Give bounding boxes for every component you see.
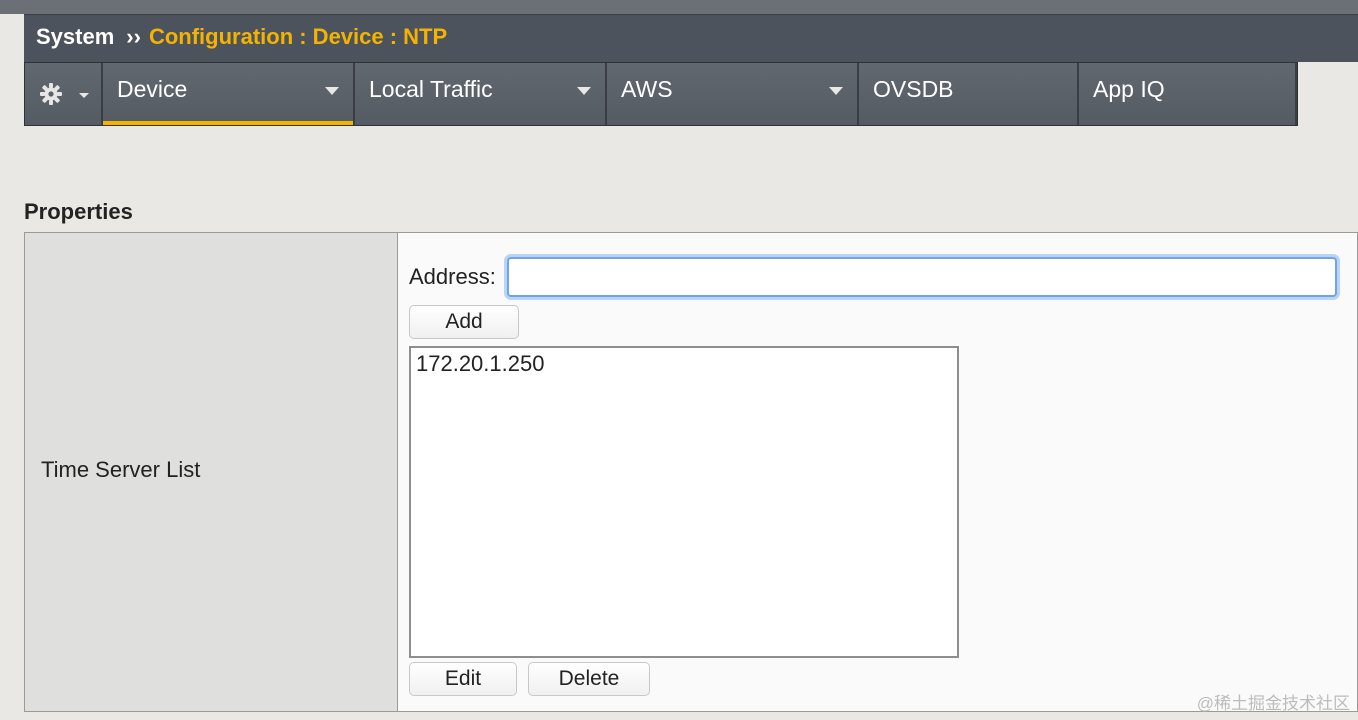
time-server-listbox[interactable]: 172.20.1.250 bbox=[409, 346, 959, 658]
address-label: Address: bbox=[409, 264, 496, 289]
time-server-label-cell: Time Server List bbox=[25, 233, 398, 711]
breadcrumb-separator: ›› bbox=[126, 24, 141, 49]
tab-device[interactable]: Device bbox=[103, 63, 355, 125]
chevron-down-icon bbox=[79, 93, 89, 98]
add-button[interactable]: Add bbox=[409, 305, 519, 339]
tab-local-traffic[interactable]: Local Traffic bbox=[355, 63, 607, 125]
watermark: @稀土掘金技术社区 bbox=[1196, 694, 1350, 713]
tab-aws[interactable]: AWS bbox=[607, 63, 859, 125]
top-strip bbox=[0, 0, 1358, 14]
breadcrumb: System ›› Configuration : Device : NTP bbox=[36, 24, 447, 50]
chevron-down-icon bbox=[829, 87, 843, 95]
gear-icon bbox=[40, 83, 62, 105]
properties-table: Time Server List Address: Add 172.20.1.2… bbox=[24, 232, 1358, 712]
tab-settings-menu[interactable] bbox=[25, 63, 103, 125]
tab-ovsdb[interactable]: OVSDB bbox=[859, 63, 1079, 125]
tab-aws-label: AWS bbox=[621, 76, 673, 102]
breadcrumb-path: Configuration : Device : NTP bbox=[148, 24, 448, 49]
tab-ovsdb-label: OVSDB bbox=[873, 76, 954, 102]
section-title: Properties bbox=[24, 199, 133, 224]
tab-device-label: Device bbox=[117, 76, 188, 102]
chevron-down-icon bbox=[325, 87, 339, 95]
delete-button[interactable]: Delete bbox=[528, 662, 650, 696]
edit-button[interactable]: Edit bbox=[409, 662, 517, 696]
tab-app-iq-label: App IQ bbox=[1093, 76, 1165, 102]
address-input[interactable] bbox=[507, 257, 1337, 297]
breadcrumb-root[interactable]: System bbox=[36, 24, 114, 49]
list-item[interactable]: 172.20.1.250 bbox=[416, 351, 544, 377]
title-bar: System ›› Configuration : Device : NTP bbox=[24, 14, 1358, 62]
tab-local-traffic-label: Local Traffic bbox=[369, 76, 493, 102]
chevron-down-icon bbox=[577, 87, 591, 95]
time-server-list-label: Time Server List bbox=[41, 457, 201, 482]
main-nav-tabbar: Device Local Traffic AWS OVSDB App IQ bbox=[24, 62, 1298, 126]
tab-app-iq[interactable]: App IQ bbox=[1079, 63, 1297, 125]
